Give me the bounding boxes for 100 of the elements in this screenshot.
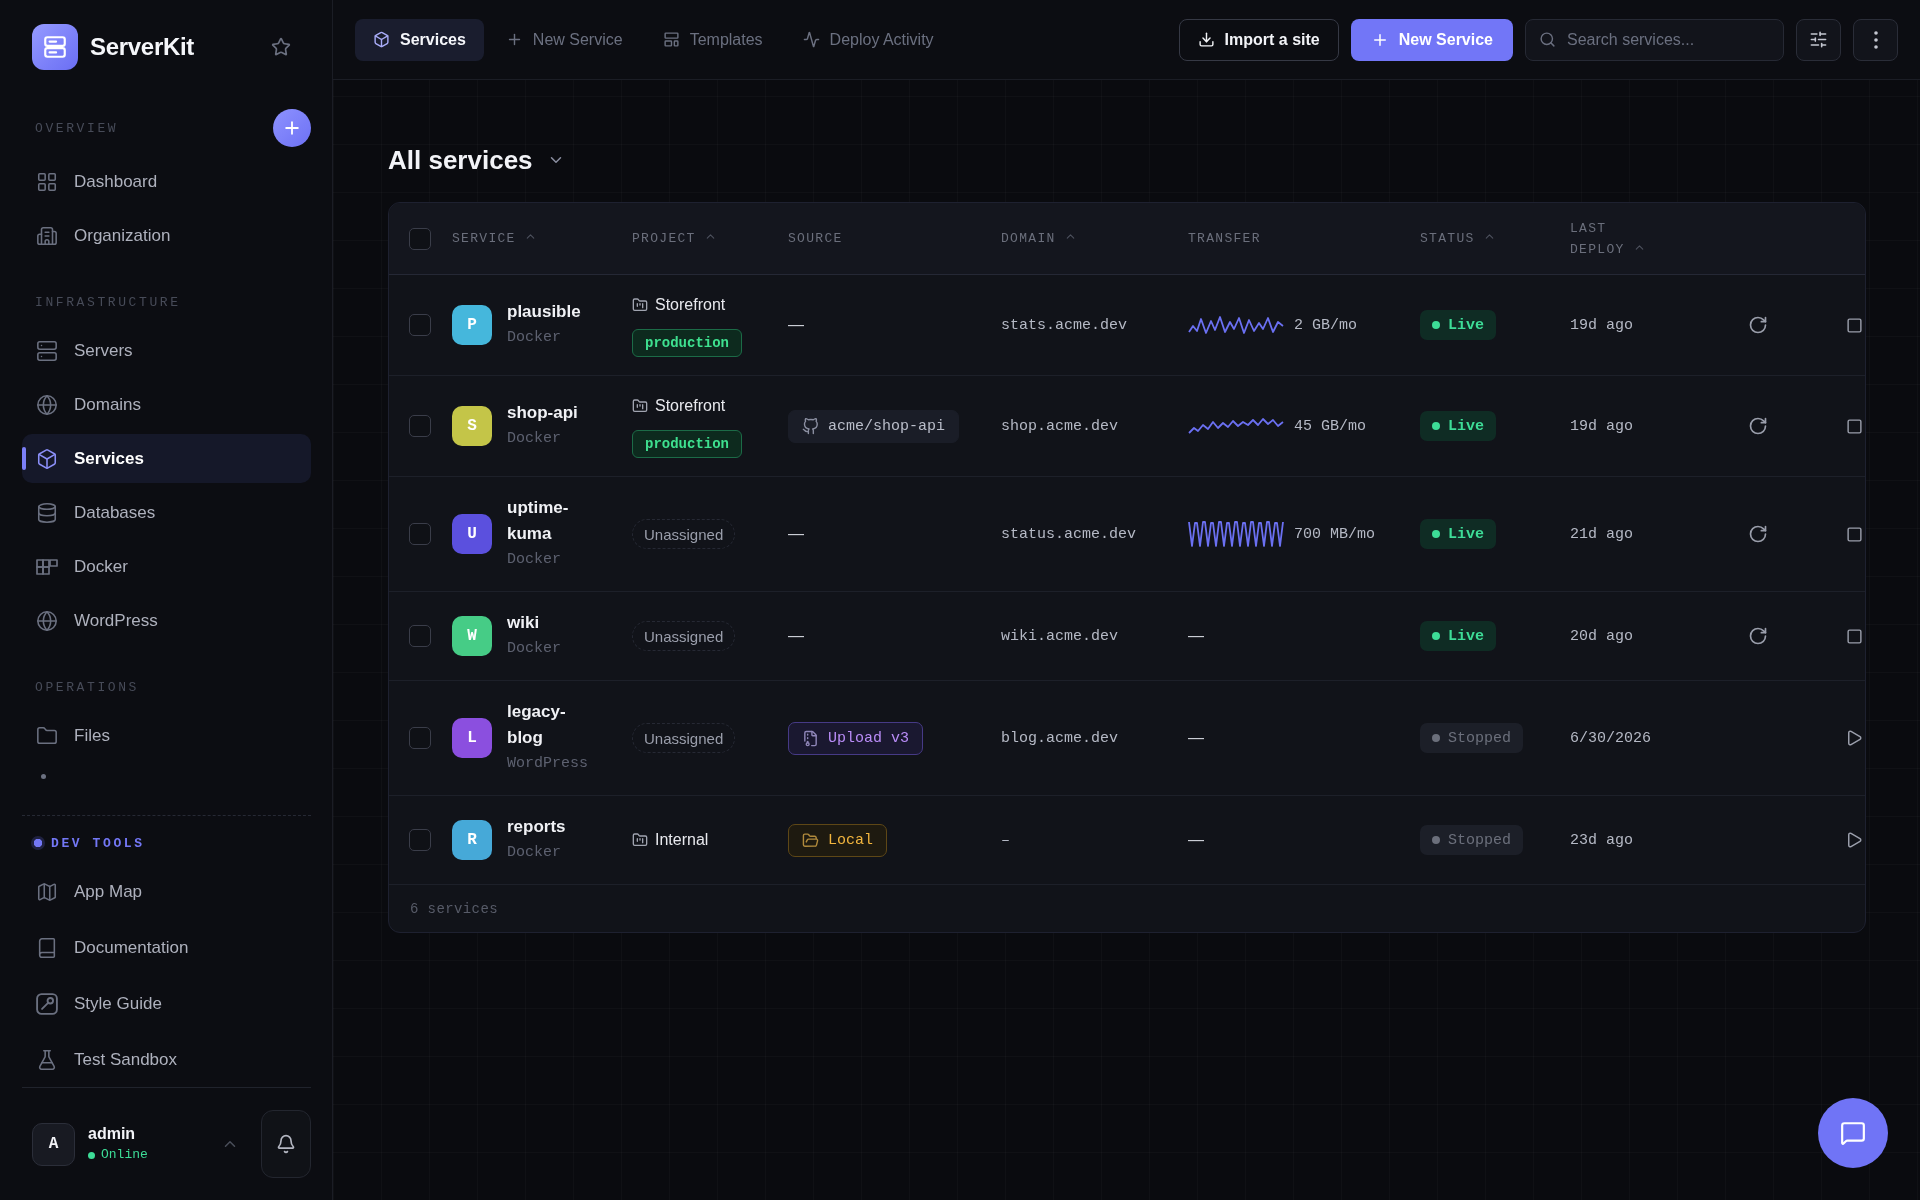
source-chip[interactable]: Local xyxy=(788,823,887,857)
service-name[interactable]: uptime-kuma xyxy=(507,495,589,547)
stop-icon[interactable] xyxy=(1846,316,1863,334)
database-icon xyxy=(36,501,58,524)
service-name[interactable]: wiki xyxy=(507,610,540,636)
service-name[interactable]: legacy-blog xyxy=(507,699,589,751)
column-header[interactable]: LAST DEPLOY xyxy=(1570,217,1660,260)
notification-button[interactable] xyxy=(261,1110,311,1178)
empty-value: — xyxy=(788,627,804,645)
service-type: WordPress xyxy=(507,754,588,774)
section-heading: DEV TOOLS xyxy=(51,835,145,851)
deploy-time: 23d ago xyxy=(1570,831,1633,849)
checkbox[interactable] xyxy=(409,415,431,437)
empty-value: — xyxy=(1188,627,1204,645)
view-dropdown[interactable]: All services xyxy=(388,144,565,176)
empty-value: — xyxy=(1188,729,1204,747)
column-header[interactable]: DOMAIN xyxy=(1001,228,1077,249)
checkbox[interactable] xyxy=(409,727,431,749)
import-button[interactable]: Import a site xyxy=(1178,18,1339,61)
checkbox[interactable] xyxy=(409,625,431,647)
source-chip[interactable]: Upload v3 xyxy=(788,721,923,755)
service-type: Docker xyxy=(507,639,561,659)
nav-item[interactable]: Databases xyxy=(22,488,311,537)
service-avatar: L xyxy=(452,718,492,758)
play-icon[interactable] xyxy=(1845,729,1863,747)
column-header[interactable]: STATUS xyxy=(1420,228,1496,249)
checkbox[interactable] xyxy=(409,227,431,250)
nav-item[interactable]: Files xyxy=(22,711,311,760)
bell-icon xyxy=(276,1134,296,1154)
tab[interactable]: Services xyxy=(355,18,484,61)
tab[interactable]: Templates xyxy=(644,18,781,61)
user-status: Online xyxy=(101,1146,148,1164)
stop-icon[interactable] xyxy=(1846,627,1863,645)
status-label: Live xyxy=(1448,627,1484,645)
new-service-button[interactable]: New Service xyxy=(1350,18,1513,61)
blocks-icon xyxy=(36,558,58,575)
nav-item[interactable]: Documentation xyxy=(22,923,311,972)
status-dot-icon xyxy=(1432,836,1440,844)
nav-item[interactable]: Dashboard xyxy=(22,157,311,206)
column-header[interactable]: SERVICE xyxy=(452,228,537,249)
chat-icon xyxy=(1840,1120,1866,1146)
pulse-icon xyxy=(802,31,820,48)
stop-icon[interactable] xyxy=(1846,525,1863,543)
refresh-icon[interactable] xyxy=(1748,626,1768,646)
service-name[interactable]: shop-api xyxy=(507,400,578,426)
service-avatar: U xyxy=(452,514,492,554)
add-button[interactable] xyxy=(273,109,311,147)
service-count: 6 services xyxy=(410,900,498,917)
star-icon[interactable] xyxy=(271,37,291,57)
source-chip[interactable]: acme/shop-api xyxy=(788,409,960,443)
nav-item[interactable]: Docker xyxy=(22,542,311,591)
environment-badge: production xyxy=(632,430,742,458)
search-field[interactable]: Search services... xyxy=(1525,18,1784,61)
refresh-icon[interactable] xyxy=(1748,524,1768,544)
status-label: Live xyxy=(1448,525,1484,543)
nav-item[interactable]: WordPress xyxy=(22,596,311,645)
building-icon xyxy=(36,224,58,247)
nav-item[interactable]: App Map xyxy=(22,867,311,916)
refresh-icon[interactable] xyxy=(1748,315,1768,335)
nav-item[interactable]: Domains xyxy=(22,380,311,429)
transfer-reading: 45 GB/mo xyxy=(1294,417,1366,435)
empty-value: — xyxy=(1188,831,1204,849)
status-label: Live xyxy=(1448,417,1484,435)
deploy-time: 21d ago xyxy=(1570,525,1633,543)
nav-item[interactable]: Services xyxy=(22,434,311,483)
download-icon xyxy=(1197,31,1215,48)
environment-badge: production xyxy=(632,329,742,357)
app-name: ServerKit xyxy=(90,33,195,61)
nav-item[interactable]: Test Sandbox xyxy=(22,1035,311,1084)
refresh-icon[interactable] xyxy=(1748,416,1768,436)
service-avatar: W xyxy=(452,616,492,656)
checkbox[interactable] xyxy=(409,523,431,545)
domain-text: stats.acme.dev xyxy=(1001,316,1128,334)
project-name: Storefront xyxy=(655,397,726,415)
dot-icon xyxy=(31,836,45,850)
play-icon[interactable] xyxy=(1845,831,1863,849)
transfer-reading: 700 MB/mo xyxy=(1294,525,1375,543)
tab[interactable]: Deploy Activity xyxy=(784,18,952,61)
status-label: Stopped xyxy=(1448,729,1511,747)
nav-item[interactable]: Organization xyxy=(22,211,311,260)
column-header[interactable]: PROJECT xyxy=(632,228,717,249)
nav-item[interactable]: Servers xyxy=(22,326,311,375)
nav-item[interactable]: Style Guide xyxy=(22,979,311,1028)
deploy-time: 20d ago xyxy=(1570,627,1633,645)
flask-icon xyxy=(36,1048,58,1071)
folder-icon xyxy=(632,832,648,848)
map-icon xyxy=(36,880,58,903)
user-avatar: A xyxy=(32,1122,75,1166)
service-name[interactable]: reports xyxy=(507,814,566,840)
filter-button[interactable] xyxy=(1796,18,1841,61)
checkbox[interactable] xyxy=(409,829,431,851)
service-name[interactable]: plausible xyxy=(507,299,581,325)
project-name: Internal xyxy=(655,831,709,849)
deploy-time: 19d ago xyxy=(1570,316,1633,334)
tab[interactable]: New Service xyxy=(487,18,641,61)
service-avatar: R xyxy=(452,820,492,860)
stop-icon[interactable] xyxy=(1846,417,1863,435)
folder-icon xyxy=(632,297,648,313)
file-archive-icon xyxy=(802,729,819,747)
checkbox[interactable] xyxy=(409,314,431,336)
